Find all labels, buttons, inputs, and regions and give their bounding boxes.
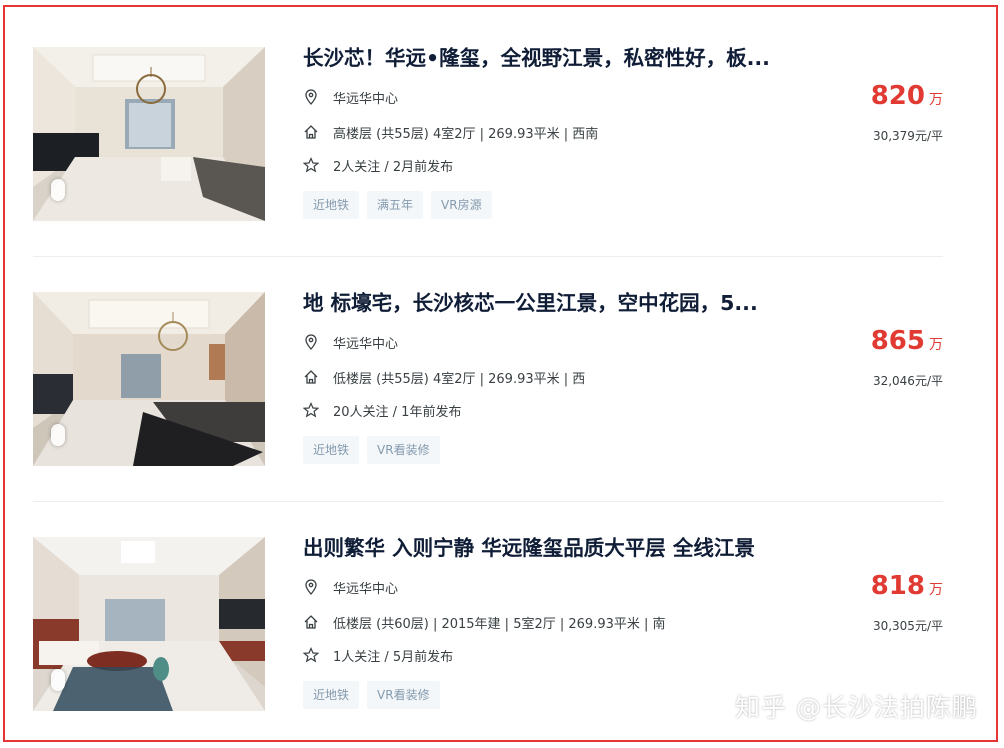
house-icon — [303, 124, 319, 140]
follow-info: 1人关注 / 5月前发布 — [333, 649, 454, 665]
total-price-unit: 万 — [929, 582, 943, 598]
total-price: 818 万 — [871, 571, 943, 601]
listing-card: 出则繁华 入则宁静 华远隆玺品质大平层 全线江景 华远华中心 低楼层 (共60层… — [33, 535, 943, 713]
star-icon — [303, 157, 319, 173]
tag-list: 近地铁 VR看装修 — [303, 681, 440, 709]
total-price-value: 818 — [870, 571, 925, 601]
location-pin-icon — [303, 579, 319, 595]
total-price-unit: 万 — [929, 92, 943, 108]
unit-price: 30,379元/平 — [872, 129, 943, 143]
house-details: 高楼层 (共55层) 4室2厅 | 269.93平米 | 西南 — [333, 126, 599, 142]
vr-icon — [51, 669, 65, 691]
tag: 近地铁 — [303, 436, 360, 464]
total-price-unit: 万 — [929, 337, 943, 353]
listing-card: 长沙芯！华远•隆玺，全视野江景，私密性好，板... 华远华中心 高楼层 (共55… — [33, 45, 943, 223]
listing-title[interactable]: 地 标壕宅，长沙核芯一公里江景，空中花园，5... — [303, 290, 823, 316]
listing-photo[interactable] — [33, 292, 265, 466]
star-icon — [303, 647, 319, 663]
house-details: 低楼层 (共55层) 4室2厅 | 269.93平米 | 西 — [333, 371, 586, 387]
vr-icon — [51, 179, 65, 201]
watermark: 知乎 @长沙法拍陈鹏 — [735, 693, 978, 722]
unit-price: 32,046元/平 — [872, 374, 943, 388]
tag: 近地铁 — [303, 681, 360, 709]
house-details: 低楼层 (共60层) | 2015年建 | 5室2厅 | 269.93平米 | … — [333, 616, 666, 632]
community-link[interactable]: 华远华中心 — [333, 88, 398, 107]
follow-info: 2人关注 / 2月前发布 — [333, 159, 454, 175]
community-link[interactable]: 华远华中心 — [333, 333, 398, 352]
divider — [33, 256, 943, 257]
vr-icon — [51, 424, 65, 446]
total-price: 820 万 — [871, 81, 943, 111]
listing-title[interactable]: 长沙芯！华远•隆玺，全视野江景，私密性好，板... — [303, 45, 823, 71]
community-link[interactable]: 华远华中心 — [333, 578, 398, 597]
tag: VR房源 — [431, 191, 492, 219]
unit-price: 30,305元/平 — [872, 619, 943, 633]
tag: VR看装修 — [367, 681, 440, 709]
location-pin-icon — [303, 334, 319, 350]
total-price: 865 万 — [871, 326, 943, 356]
divider — [33, 501, 943, 502]
tag: 满五年 — [367, 191, 424, 219]
house-icon — [303, 369, 319, 385]
tag-list: 近地铁 满五年 VR房源 — [303, 191, 492, 219]
listing-card: 地 标壕宅，长沙核芯一公里江景，空中花园，5... 华远华中心 低楼层 (共55… — [33, 290, 943, 468]
total-price-value: 820 — [870, 81, 925, 111]
total-price-value: 865 — [870, 326, 925, 356]
tag: VR看装修 — [367, 436, 440, 464]
location-pin-icon — [303, 89, 319, 105]
listing-photo[interactable] — [33, 47, 265, 221]
listing-photo[interactable] — [33, 537, 265, 711]
listing-title[interactable]: 出则繁华 入则宁静 华远隆玺品质大平层 全线江景 — [303, 535, 823, 561]
house-icon — [303, 614, 319, 630]
star-icon — [303, 402, 319, 418]
follow-info: 20人关注 / 1年前发布 — [333, 404, 462, 420]
tag: 近地铁 — [303, 191, 360, 219]
tag-list: 近地铁 VR看装修 — [303, 436, 440, 464]
